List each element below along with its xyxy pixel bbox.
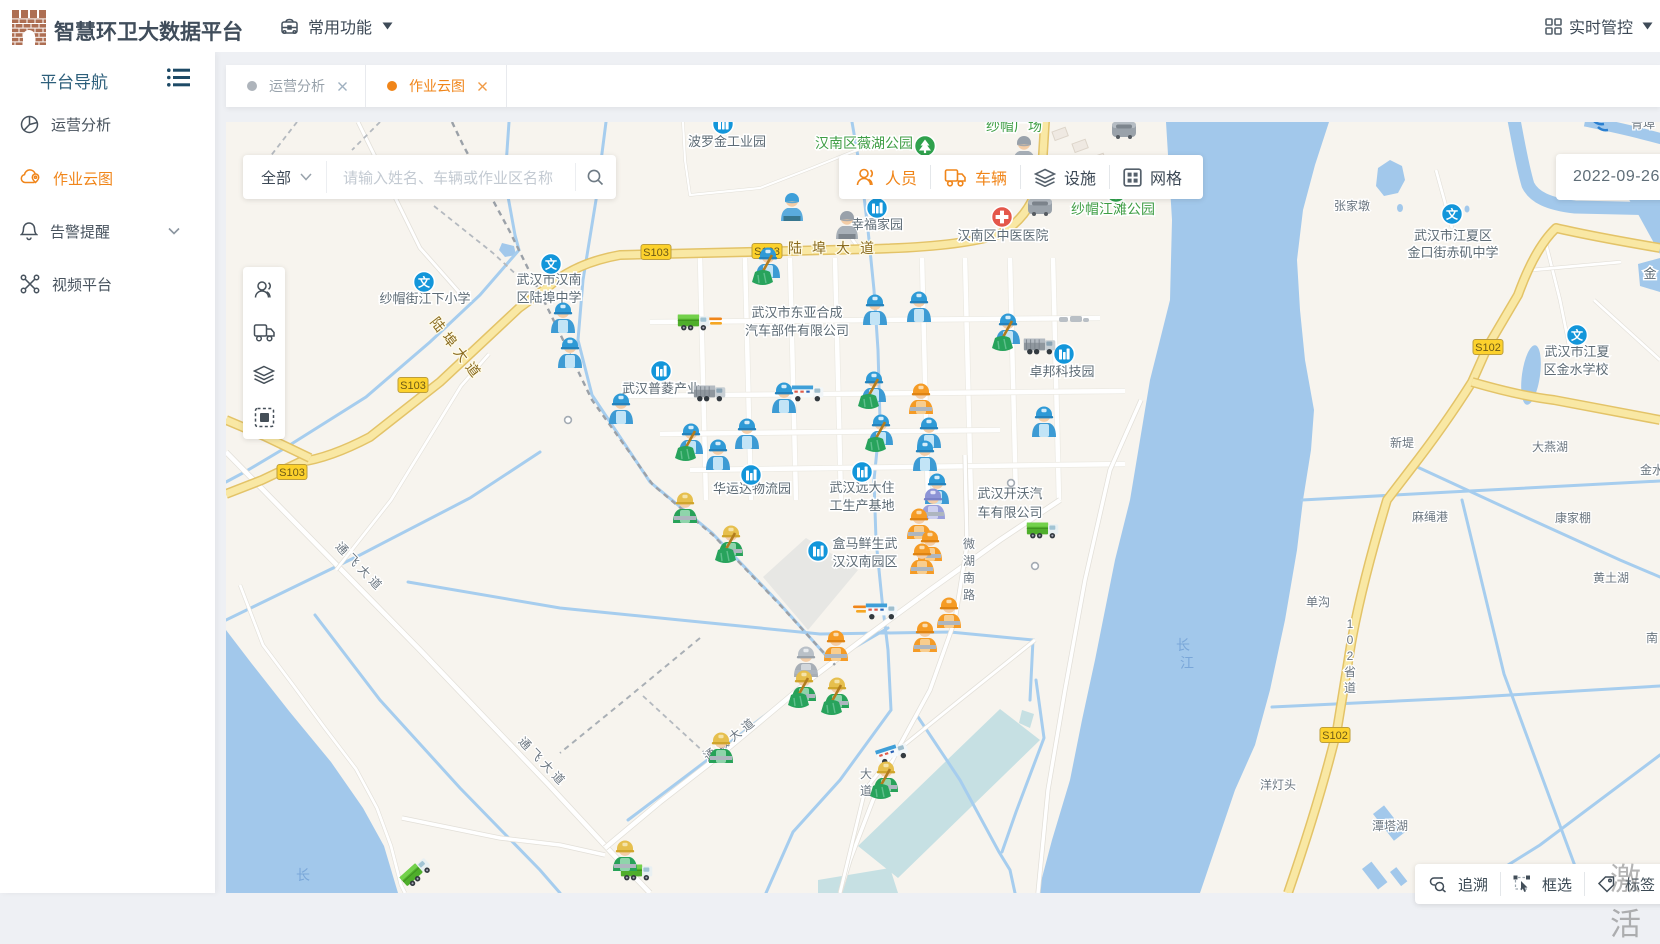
svg-text:南: 南: [1646, 630, 1658, 645]
svg-text:湖: 湖: [963, 553, 975, 568]
svg-text:汉汉南园区: 汉汉南园区: [832, 554, 897, 569]
svg-text:长: 长: [296, 867, 310, 883]
svg-text:武汉市东亚合成: 武汉市东亚合成: [751, 305, 842, 320]
svg-text:新堤: 新堤: [1390, 435, 1414, 450]
svg-text:2: 2: [1347, 649, 1354, 663]
svg-text:金口街赤矶中学: 金口街赤矶中学: [1407, 245, 1498, 260]
svg-text:工生产基地: 工生产基地: [829, 498, 894, 513]
svg-text:金: 金: [1643, 266, 1656, 281]
svg-text:0: 0: [1347, 633, 1354, 647]
svg-text:南: 南: [963, 570, 975, 585]
svg-text:金水: 金水: [1640, 462, 1660, 477]
svg-text:张家墩: 张家墩: [1334, 198, 1370, 213]
svg-text:卓邦科技园: 卓邦科技园: [1029, 364, 1094, 379]
svg-text:道: 道: [1344, 681, 1356, 695]
svg-text:盒马鲜生武: 盒马鲜生武: [832, 536, 897, 551]
svg-text:江: 江: [1180, 655, 1194, 671]
svg-text:大: 大: [860, 767, 872, 781]
svg-text:路: 路: [963, 587, 975, 602]
svg-text:青埠: 青埠: [1631, 122, 1655, 131]
svg-text:汉南区薇湖公园: 汉南区薇湖公园: [815, 135, 913, 151]
svg-text:长: 长: [1176, 637, 1190, 653]
svg-text:区金水学校: 区金水学校: [1543, 362, 1608, 377]
svg-text:黄土湖: 黄土湖: [1593, 570, 1629, 585]
svg-text:潭塔湖: 潭塔湖: [1372, 818, 1408, 833]
svg-text:区陆埠中学: 区陆埠中学: [516, 290, 581, 305]
svg-text:武汉市江夏区: 武汉市江夏区: [1414, 228, 1492, 243]
svg-text:康家棚: 康家棚: [1555, 510, 1591, 525]
svg-text:波罗金工业园: 波罗金工业园: [688, 134, 766, 149]
svg-text:省: 省: [1344, 665, 1356, 679]
svg-text:麻绳港: 麻绳港: [1412, 509, 1448, 524]
svg-text:纱帽江滩公园: 纱帽江滩公园: [1071, 201, 1155, 217]
svg-text:大燕湖: 大燕湖: [1532, 439, 1568, 454]
svg-text:武汉普菱产业: 武汉普菱产业: [622, 381, 700, 396]
svg-text:汽车部件有限公司: 汽车部件有限公司: [745, 323, 849, 338]
svg-text:纱帽广场: 纱帽广场: [986, 122, 1042, 134]
svg-text:陆埠大道: 陆埠大道: [788, 240, 884, 256]
svg-text:微: 微: [963, 537, 975, 551]
svg-text:武汉开沃汽: 武汉开沃汽: [977, 486, 1042, 501]
svg-text:1: 1: [1347, 617, 1354, 631]
svg-text:车有限公司: 车有限公司: [977, 505, 1042, 520]
svg-text:洋灯头: 洋灯头: [1260, 777, 1296, 792]
svg-text:单沟: 单沟: [1306, 595, 1330, 609]
svg-text:汉南区中医医院: 汉南区中医医院: [957, 228, 1048, 243]
